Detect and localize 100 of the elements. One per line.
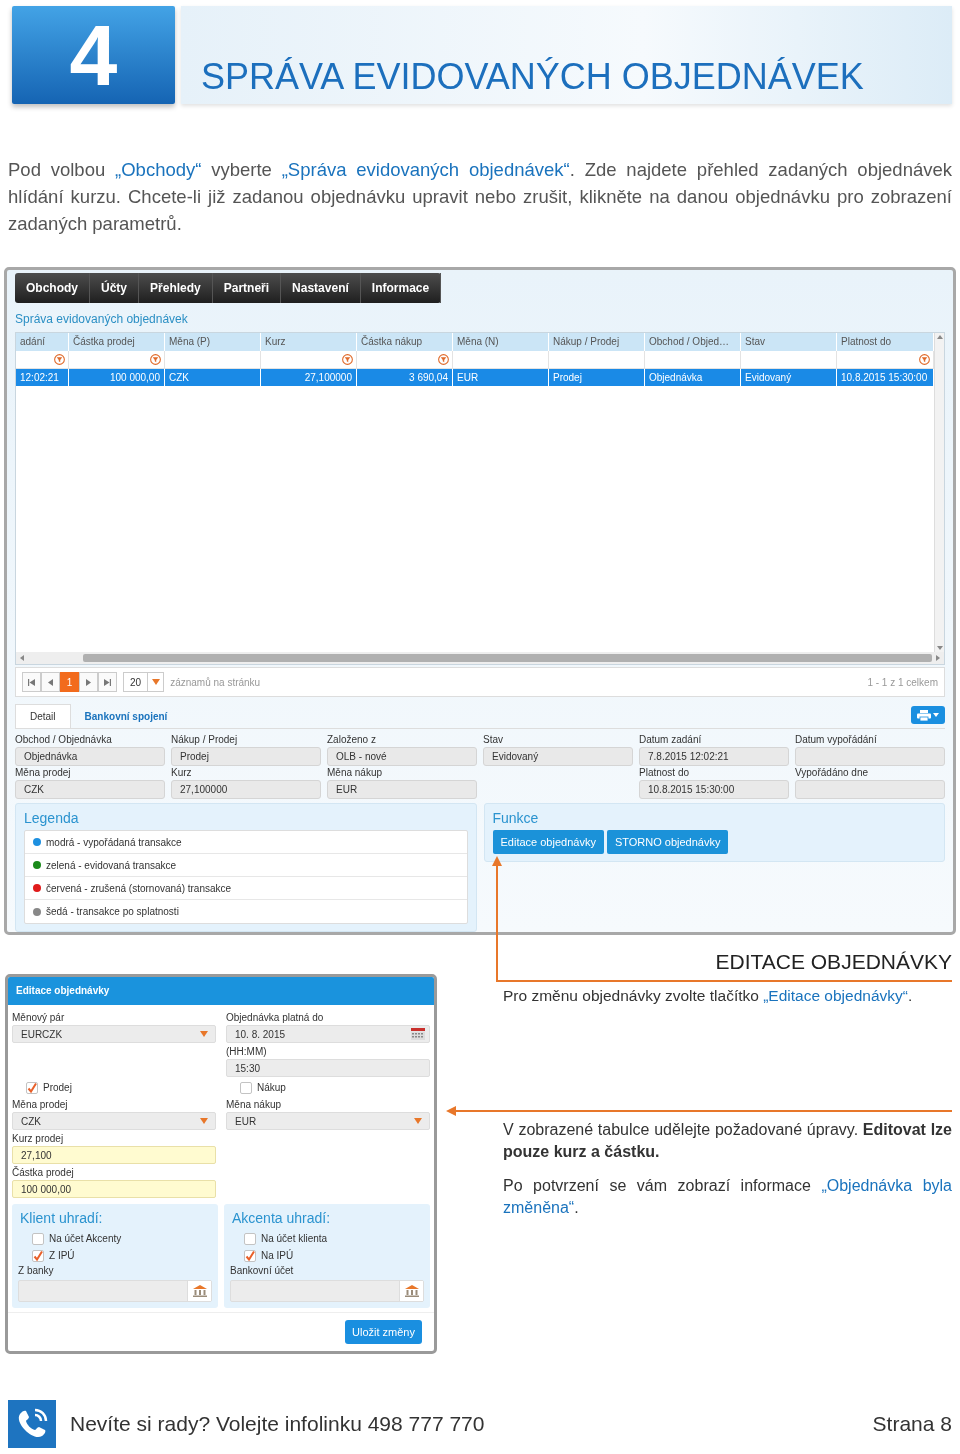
field-label: Z banky [18, 1264, 55, 1278]
readonly-field: EUR [327, 780, 477, 799]
table-cell: 27,100000 [261, 369, 357, 386]
vertical-scrollbar[interactable] [934, 333, 944, 652]
intro-paragraph: Pod volbou „Obchody“ vyberte „Správa evidovaných objednávek“. Zde najdete přehled zadaných objednávek hlídání kurzu. Chcete-li již zadanou objednávku upravit nebo zrušit, klikněte na danou objednávku pro zobrazení zadaných parametrů. [8, 158, 952, 236]
panel-title: Legenda [24, 810, 80, 826]
previous-page-icon [47, 678, 54, 686]
column-header[interactable]: adání [16, 333, 69, 351]
page-size-select[interactable]: 20 [123, 672, 165, 692]
table-cell: 3 690,04 [357, 369, 453, 386]
checkbox-label: Na účet Akcenty [49, 1233, 122, 1244]
field-label: Objednávka platná do [226, 1011, 325, 1025]
field-label: Nákup / Prodej [171, 733, 239, 747]
save-button[interactable]: Uložit změny [345, 1320, 422, 1344]
helpline-text: Nevíte si rady? Volejte infolinku 498 777 770 [70, 1412, 485, 1436]
column-header[interactable]: Částka nákup [357, 333, 453, 351]
checkbox-label: Prodej [43, 1082, 72, 1093]
scroll-right-icon[interactable] [936, 655, 940, 661]
first-page-button[interactable] [22, 672, 41, 692]
horizontal-scrollbar[interactable] [16, 652, 944, 664]
column-header[interactable]: Částka prodej [69, 333, 165, 351]
column-header[interactable]: Stav [741, 333, 837, 351]
checkbox[interactable] [26, 1081, 38, 1094]
print-button[interactable] [911, 706, 945, 724]
column-header[interactable]: Platnost do [837, 333, 934, 351]
caret-icon [151, 679, 160, 685]
checkbox[interactable] [32, 1249, 44, 1262]
field-label: Měna nákup [226, 1098, 283, 1112]
field-label: Bankovní účet [230, 1264, 295, 1278]
field-label: Datum vypořádání [795, 733, 878, 747]
input-field[interactable]: 100 000,00 [12, 1180, 216, 1198]
checkbox-label: Na IPÚ [261, 1250, 294, 1261]
instruction-text: V zobrazené tabulce udělejte požadované úpravy. Editovat lze pouze kurz a částku. [503, 1120, 952, 1162]
field-label: Částka prodej [12, 1166, 75, 1180]
table-row[interactable]: 12:02:21 100 000,00 CZK 27,100000 3 690,04 EUR Prodej Objednávka Evidovaný 10.8.2015 15:30:00 [16, 369, 934, 386]
phone-icon [8, 1400, 56, 1448]
menu-item[interactable]: Obchody [15, 273, 90, 303]
scroll-up-icon[interactable] [936, 335, 943, 339]
bank-button[interactable] [187, 1281, 211, 1301]
action-button[interactable]: STORNO objednávky [606, 830, 729, 854]
input-field[interactable]: 27,100 [12, 1146, 216, 1164]
table-cell: Objednávka [645, 369, 741, 386]
select-field[interactable]: CZK [12, 1112, 216, 1130]
table-cell: 12:02:21 [16, 369, 69, 386]
field-label: (HH:MM) [226, 1045, 268, 1059]
column-header[interactable]: Nákup / Prodej [549, 333, 645, 351]
input-field[interactable]: 15:30 [226, 1059, 430, 1077]
menu-item[interactable]: Nastavení [281, 273, 361, 303]
menu-item[interactable]: Informace [360, 273, 442, 303]
filter-icon[interactable] [919, 354, 930, 365]
select-field[interactable]: EUR [226, 1112, 430, 1130]
column-header[interactable]: Měna (N) [453, 333, 549, 351]
checkbox[interactable] [32, 1232, 44, 1245]
column-header[interactable]: Měna (P) [165, 333, 261, 351]
chapter-title: SPRÁVA EVIDOVANÝCH OBJEDNÁVEK [201, 56, 864, 98]
checkbox[interactable] [240, 1081, 252, 1094]
column-header[interactable]: Kurz [261, 333, 357, 351]
caret-icon [414, 1118, 422, 1124]
section-heading: EDITACE OBJEDNÁVKY [714, 949, 952, 975]
next-page-button[interactable] [79, 672, 98, 692]
menu-item[interactable]: Přehledy [139, 273, 213, 303]
readonly-field: 27,100000 [171, 780, 321, 799]
panel-title: Akcenta uhradí: [232, 1210, 332, 1226]
field-label: Datum zadání [639, 733, 703, 747]
tab[interactable]: Bankovní spojení [70, 704, 182, 728]
readonly-field: CZK [15, 780, 165, 799]
bank-field[interactable] [18, 1280, 212, 1302]
previous-page-button[interactable] [41, 672, 60, 692]
filter-icon[interactable] [342, 354, 353, 365]
last-page-icon [104, 678, 111, 686]
bank-button[interactable] [399, 1281, 423, 1301]
date-field[interactable]: 10. 8. 2015 [226, 1025, 430, 1043]
chapter-number: 4 [12, 6, 175, 104]
caret-icon [200, 1118, 208, 1124]
column-header[interactable]: Obchod / Objed… [645, 333, 741, 351]
bank-field[interactable] [230, 1280, 424, 1302]
legend-label: zelená - evidovaná transakce [46, 859, 177, 871]
last-page-button[interactable] [98, 672, 117, 692]
printer-icon [917, 709, 931, 721]
filter-icon[interactable] [54, 354, 65, 365]
tab[interactable]: Detail [15, 704, 71, 728]
filter-icon[interactable] [150, 354, 161, 365]
scroll-down-icon[interactable] [936, 646, 943, 650]
select-field[interactable]: EURCZK [12, 1025, 216, 1043]
readonly-field: 7.8.2015 12:02:21 [639, 747, 789, 766]
filter-icon[interactable] [438, 354, 449, 365]
menu-item[interactable]: Účty [90, 273, 140, 303]
checkbox[interactable] [244, 1249, 256, 1262]
table-cell: Evidovaný [741, 369, 837, 386]
checkbox[interactable] [244, 1232, 256, 1245]
record-count: 1 - 1 z 1 celkem [867, 676, 938, 688]
scroll-left-icon[interactable] [20, 655, 24, 661]
page-number: Strana 8 [872, 1412, 952, 1436]
legend-label: modrá - vypořádaná transakce [46, 836, 182, 848]
menu-item[interactable]: Partneři [212, 273, 282, 303]
action-button[interactable]: Editace objednávky [492, 830, 604, 854]
instruction-text: Po potvrzení se vám zobrazí informace „Objednávka byla změněna“. [503, 1176, 952, 1218]
calendar-icon[interactable] [411, 1028, 425, 1040]
page-title: Správa evidovaných objednávek [15, 312, 189, 326]
bank-icon [192, 1285, 207, 1297]
